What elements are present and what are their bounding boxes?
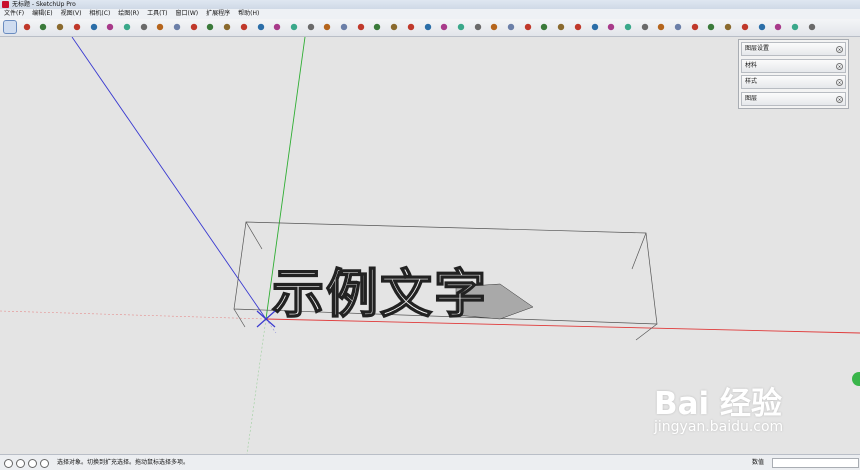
layers-icon[interactable] bbox=[772, 21, 785, 33]
components-icon[interactable] bbox=[354, 21, 367, 33]
watermark-brand: Bai 经验 bbox=[654, 386, 782, 422]
push-pull-icon[interactable] bbox=[137, 21, 150, 33]
views-icon[interactable] bbox=[421, 21, 434, 33]
style-icon[interactable] bbox=[688, 21, 701, 33]
offset-icon[interactable] bbox=[204, 21, 217, 33]
zoom-icon[interactable] bbox=[304, 21, 317, 33]
close-icon[interactable]: × bbox=[836, 95, 843, 103]
watermark-url: jingyan.baidu.com bbox=[654, 419, 784, 435]
protractor-icon[interactable] bbox=[254, 21, 267, 33]
sandbox-icon[interactable] bbox=[588, 21, 601, 33]
sandbox-icon[interactable] bbox=[571, 21, 584, 33]
dropdown-icon[interactable] bbox=[54, 21, 67, 33]
extruded-text-3d[interactable]: 示例文字 bbox=[271, 264, 488, 326]
move-icon[interactable] bbox=[154, 21, 167, 33]
style-icon[interactable] bbox=[738, 21, 751, 33]
tray-panel-label: 材料 bbox=[745, 61, 758, 69]
tray-panel-label: 样式 bbox=[745, 78, 758, 85]
tray-panel-0[interactable]: 图层设置 × bbox=[741, 42, 846, 56]
dropdown-icon[interactable] bbox=[120, 21, 133, 33]
info-icon[interactable] bbox=[4, 459, 13, 468]
tray-panel-3[interactable]: 图层 × bbox=[741, 91, 846, 106]
menu-item-1[interactable]: 编辑(E) bbox=[28, 9, 56, 19]
status-bar: 选择对象。切换到扩充选择。拖动鼠标选择多项。 数值 bbox=[0, 454, 860, 470]
rectangle-icon[interactable] bbox=[104, 21, 117, 33]
menu-item-8[interactable]: 帮助(H) bbox=[234, 9, 263, 19]
arc-icon[interactable] bbox=[70, 21, 83, 33]
menu-item-3[interactable]: 相机(C) bbox=[85, 9, 114, 19]
section-icon[interactable] bbox=[505, 21, 517, 33]
menu-item-4[interactable]: 绘图(R) bbox=[114, 9, 143, 19]
title-bar: 无标题 - SketchUp Pro bbox=[0, 0, 860, 9]
style-icon[interactable] bbox=[672, 21, 684, 33]
rotate-icon[interactable] bbox=[171, 21, 183, 33]
views-icon[interactable] bbox=[404, 21, 417, 33]
sketchup-icon[interactable] bbox=[805, 21, 818, 33]
measurements-input[interactable] bbox=[772, 458, 859, 468]
tray-panel-1[interactable]: 材料 × bbox=[741, 58, 846, 73]
red-axis-dotted bbox=[0, 310, 267, 320]
close-icon[interactable]: × bbox=[836, 46, 843, 53]
section-icon[interactable] bbox=[488, 21, 501, 33]
extension-icon[interactable] bbox=[788, 21, 801, 33]
select-arrow-icon[interactable] bbox=[3, 20, 17, 34]
scale-icon[interactable] bbox=[187, 21, 200, 33]
baidu-watermark: Bai 经验 jingyan.baidu.com bbox=[654, 378, 783, 435]
measurements-label: 数值 bbox=[752, 459, 765, 466]
blue-axis bbox=[71, 37, 267, 320]
style-icon[interactable] bbox=[722, 21, 735, 33]
window-title: 无标题 - SketchUp Pro bbox=[12, 1, 76, 8]
warehouse-icon[interactable] bbox=[338, 21, 350, 33]
style-icon[interactable] bbox=[638, 21, 651, 33]
help-icon[interactable] bbox=[40, 459, 49, 468]
sandbox-icon[interactable] bbox=[605, 21, 618, 33]
sandbox-icon[interactable] bbox=[621, 21, 634, 33]
zoom-extents-icon[interactable] bbox=[321, 21, 334, 33]
menu-item-7[interactable]: 扩展程序 bbox=[202, 9, 234, 19]
edge-handle-icon[interactable] bbox=[852, 372, 860, 386]
tray-panel-label: 图层 bbox=[745, 94, 758, 102]
menu-item-2[interactable]: 视图(V) bbox=[57, 9, 86, 19]
style-icon[interactable] bbox=[655, 21, 668, 33]
close-icon[interactable]: × bbox=[836, 79, 843, 86]
menu-item-0[interactable]: 文件(F) bbox=[0, 9, 28, 19]
geolocation-icon[interactable] bbox=[16, 459, 25, 468]
menu-item-5[interactable]: 工具(T) bbox=[143, 9, 171, 19]
pan-icon[interactable] bbox=[287, 21, 300, 33]
style-icon[interactable] bbox=[755, 21, 768, 33]
default-tray: 图层设置 × 材料 × 样式 × 图层 × bbox=[738, 39, 849, 109]
tray-panel-2[interactable]: 样式 × bbox=[741, 75, 846, 89]
sandbox-icon[interactable] bbox=[538, 21, 551, 33]
dropdown-icon[interactable] bbox=[87, 21, 100, 33]
dimension-icon[interactable] bbox=[237, 21, 250, 33]
pencil-icon[interactable] bbox=[37, 21, 50, 33]
views-icon[interactable] bbox=[454, 21, 467, 33]
credits-icon[interactable] bbox=[28, 459, 37, 468]
main-toolbar bbox=[0, 19, 860, 37]
intersect-icon[interactable] bbox=[388, 21, 401, 33]
style-icon[interactable] bbox=[705, 21, 718, 33]
paint-bucket-icon[interactable] bbox=[371, 21, 384, 33]
sketchup-logo-icon bbox=[2, 1, 9, 8]
eraser-icon[interactable] bbox=[20, 21, 33, 33]
menu-item-6[interactable]: 窗口(W) bbox=[172, 9, 203, 19]
orbit-icon[interactable] bbox=[271, 21, 284, 33]
sandbox-icon[interactable] bbox=[521, 21, 534, 33]
green-axis-dotted bbox=[246, 318, 267, 454]
status-hint: 选择对象。切换到扩充选择。拖动鼠标选择多项。 bbox=[57, 459, 190, 466]
views-icon[interactable] bbox=[471, 21, 484, 33]
sandbox-icon[interactable] bbox=[555, 21, 568, 33]
tray-panel-label: 图层设置 bbox=[745, 45, 770, 52]
close-icon[interactable]: × bbox=[836, 62, 843, 70]
tape-measure-icon[interactable] bbox=[221, 21, 234, 33]
views-icon[interactable] bbox=[438, 21, 451, 33]
